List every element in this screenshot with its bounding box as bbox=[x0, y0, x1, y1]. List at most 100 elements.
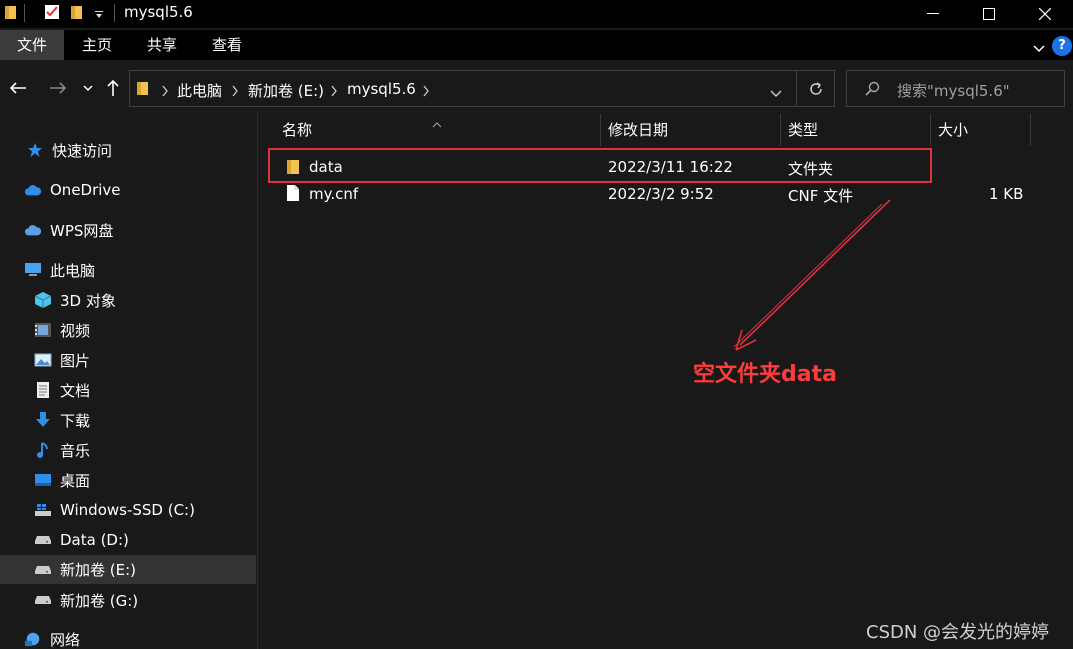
tab-view[interactable]: 查看 bbox=[196, 30, 258, 60]
ribbon: 文件 主页 共享 查看 ? bbox=[0, 30, 1073, 60]
maximize-button[interactable] bbox=[961, 0, 1017, 28]
column-header-size[interactable]: 大小 bbox=[932, 118, 968, 146]
tab-share[interactable]: 共享 bbox=[132, 30, 192, 60]
refresh-button[interactable] bbox=[796, 70, 835, 107]
cloud-icon bbox=[24, 221, 42, 239]
back-button[interactable] bbox=[6, 76, 30, 100]
file-name: my.cnf bbox=[309, 185, 359, 203]
window-title: mysql5.6 bbox=[124, 3, 193, 21]
recent-locations-button[interactable] bbox=[76, 76, 100, 100]
sidebar-item-quick-access[interactable]: 快速访问 bbox=[0, 136, 256, 164]
sidebar-item-label: OneDrive bbox=[50, 181, 121, 199]
sidebar-item-music[interactable]: 音乐 bbox=[0, 436, 256, 464]
sidebar-item-onedrive[interactable]: OneDrive bbox=[0, 176, 256, 204]
windows-drive-icon bbox=[34, 501, 52, 519]
file-size: 1 KB bbox=[989, 185, 1024, 203]
download-icon bbox=[34, 411, 52, 429]
sidebar-item-label: 快速访问 bbox=[52, 141, 113, 160]
new-folder-icon[interactable] bbox=[70, 4, 84, 20]
file-icon bbox=[286, 184, 300, 206]
close-button[interactable] bbox=[1017, 0, 1073, 28]
folder-icon bbox=[136, 80, 150, 100]
column-separator[interactable] bbox=[1030, 114, 1031, 146]
tab-home[interactable]: 主页 bbox=[66, 30, 128, 60]
chevron-right-icon[interactable] bbox=[231, 83, 241, 97]
sidebar-item-label: 新加卷 (E:) bbox=[60, 561, 137, 579]
sidebar-item-label: 下载 bbox=[60, 411, 91, 430]
address-dropdown-icon[interactable] bbox=[770, 84, 782, 102]
sidebar-item-label: 此电脑 bbox=[50, 261, 96, 280]
watermark: CSDN @会发光的婷婷 bbox=[866, 622, 1050, 643]
sidebar-item-wps[interactable]: WPS网盘 bbox=[0, 216, 256, 244]
table-row[interactable]: my.cnf 2022/3/2 9:52 CNF 文件 1 KB bbox=[266, 181, 1026, 208]
sidebar-item-label: 新加卷 (G:) bbox=[60, 591, 139, 610]
navigation-bar: 此电脑 新加卷 (E:) mysql5.6 搜索"mysql5.6" bbox=[0, 64, 1073, 112]
sidebar-item-desktop[interactable]: 桌面 bbox=[0, 466, 256, 494]
sidebar-item-3d-objects[interactable]: 3D 对象 bbox=[0, 286, 256, 314]
sidebar-item-label: 视频 bbox=[60, 321, 91, 340]
address-bar[interactable]: 此电脑 新加卷 (E:) mysql5.6 bbox=[129, 70, 835, 107]
column-header-type[interactable]: 类型 bbox=[782, 118, 818, 146]
minimize-button[interactable] bbox=[905, 0, 961, 28]
sidebar-item-label: 网络 bbox=[50, 630, 81, 649]
up-button[interactable] bbox=[101, 76, 125, 100]
search-input[interactable]: 搜索"mysql5.6" bbox=[846, 70, 1065, 107]
column-separator[interactable] bbox=[780, 114, 781, 146]
computer-icon bbox=[24, 261, 42, 279]
drive-icon bbox=[34, 591, 52, 609]
divider bbox=[24, 4, 25, 22]
chevron-right-icon[interactable] bbox=[422, 83, 432, 97]
breadcrumb-drive-e[interactable]: 新加卷 (E:) bbox=[248, 80, 324, 101]
column-header-modified[interactable]: 修改日期 bbox=[602, 118, 668, 146]
properties-icon[interactable] bbox=[44, 4, 59, 20]
picture-icon bbox=[34, 351, 52, 369]
annotation-label: 空文件夹data bbox=[693, 362, 837, 387]
sidebar-item-label: 图片 bbox=[60, 351, 91, 370]
column-separator[interactable] bbox=[930, 114, 931, 146]
drive-icon bbox=[34, 561, 52, 579]
customize-toolbar-icon[interactable] bbox=[94, 6, 108, 22]
sidebar-item-label: 3D 对象 bbox=[60, 291, 116, 310]
sidebar-item-label: 文档 bbox=[60, 381, 91, 400]
video-icon bbox=[34, 321, 52, 339]
desktop-icon bbox=[34, 471, 52, 489]
sidebar-item-drive-d[interactable]: Data (D:) bbox=[0, 526, 256, 554]
sidebar-item-downloads[interactable]: 下载 bbox=[0, 406, 256, 434]
column-header-name[interactable]: 名称 bbox=[276, 118, 312, 146]
help-icon[interactable]: ? bbox=[1052, 36, 1072, 56]
sidebar-item-drive-g[interactable]: 新加卷 (G:) bbox=[0, 586, 256, 614]
sidebar-item-this-pc[interactable]: 此电脑 bbox=[0, 256, 256, 284]
chevron-right-icon[interactable] bbox=[330, 83, 340, 97]
tab-file[interactable]: 文件 bbox=[0, 30, 64, 60]
file-list: 名称 修改日期 类型 大小 data 2022/3/11 16:22 文件夹 m… bbox=[258, 112, 1073, 649]
search-placeholder: 搜索"mysql5.6" bbox=[897, 82, 1010, 100]
breadcrumb-mysql[interactable]: mysql5.6 bbox=[347, 80, 416, 98]
star-icon bbox=[26, 141, 44, 159]
navigation-pane: 快速访问 OneDrive WPS网盘 此电脑 3D 对象 视频 图片 文档 下… bbox=[0, 118, 256, 649]
sidebar-item-label: 桌面 bbox=[60, 471, 91, 490]
expand-ribbon-icon[interactable] bbox=[1033, 40, 1045, 53]
highlight-box bbox=[268, 148, 932, 183]
column-separator[interactable] bbox=[600, 114, 601, 146]
breadcrumb-this-pc[interactable]: 此电脑 bbox=[177, 80, 222, 101]
title-bar: mysql5.6 bbox=[0, 0, 1073, 28]
chevron-right-icon[interactable] bbox=[161, 83, 171, 97]
sidebar-item-documents[interactable]: 文档 bbox=[0, 376, 256, 404]
network-icon bbox=[24, 630, 42, 648]
cloud-icon bbox=[24, 181, 42, 199]
sidebar-item-drive-e[interactable]: 新加卷 (E:) bbox=[0, 555, 256, 584]
sidebar-item-drive-c[interactable]: Windows-SSD (C:) bbox=[0, 496, 256, 524]
sidebar-item-label: 音乐 bbox=[60, 441, 91, 460]
sidebar-item-pictures[interactable]: 图片 bbox=[0, 346, 256, 374]
sidebar-item-label: WPS网盘 bbox=[50, 221, 114, 240]
sidebar-item-label: Windows-SSD (C:) bbox=[60, 501, 195, 519]
music-icon bbox=[34, 441, 52, 459]
forward-button[interactable] bbox=[46, 76, 70, 100]
search-icon bbox=[865, 81, 881, 101]
annotation-arrow bbox=[733, 199, 891, 351]
divider bbox=[114, 4, 115, 22]
sidebar-item-videos[interactable]: 视频 bbox=[0, 316, 256, 344]
sidebar-item-network[interactable]: 网络 bbox=[0, 625, 256, 649]
folder-icon bbox=[4, 4, 18, 20]
sidebar-item-label: Data (D:) bbox=[60, 531, 129, 549]
